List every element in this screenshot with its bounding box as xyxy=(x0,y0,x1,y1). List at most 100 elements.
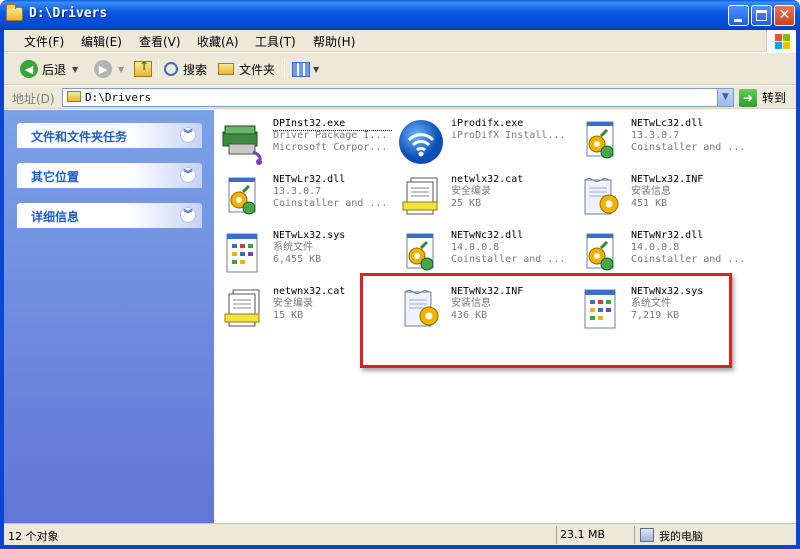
menu-favorites[interactable]: 收藏(A) xyxy=(197,33,239,50)
file-detail: 14.0.0.8 xyxy=(451,242,500,253)
security-catalog-icon xyxy=(402,177,438,215)
file-detail: Coinstaller and ... xyxy=(631,142,746,153)
folder-icon xyxy=(67,91,81,102)
status-bar: 12 个对象 23.1 MB 我的电脑 xyxy=(4,523,796,545)
file-item[interactable]: NETwLx32.INF 安装信息 451 KB xyxy=(577,174,747,226)
chevron-down-icon: ▼ xyxy=(118,64,125,74)
file-item[interactable]: netwlx32.cat 安全编录 25 KB xyxy=(397,174,567,226)
go-label: 转到 xyxy=(762,91,787,105)
file-name: NETwLc32.dll xyxy=(631,118,704,129)
maximize-icon xyxy=(756,10,767,21)
file-detail: 安装信息 xyxy=(631,186,671,197)
toolbar-separator xyxy=(284,59,285,79)
file-detail: Coinstaller and ... xyxy=(451,254,566,265)
file-detail: iProDifX Install... xyxy=(451,130,566,141)
file-detail: Microsoft Corpor... xyxy=(273,142,388,153)
chevron-down-icon: ▼ xyxy=(313,64,320,74)
panel-other-places[interactable]: 其它位置 ︾ xyxy=(17,163,202,188)
file-name: DPInst32.exe xyxy=(273,118,393,131)
security-catalog-icon xyxy=(224,289,260,327)
file-name: iProdifx.exe xyxy=(451,118,524,129)
file-detail: 6,455 KB xyxy=(273,254,322,265)
status-divider xyxy=(634,526,635,544)
file-item[interactable]: NETwLc32.dll 13.3.0.7 Coinstaller and ..… xyxy=(577,118,747,170)
go-button[interactable]: ➜ 转到 xyxy=(739,88,794,107)
address-path: D:\Drivers xyxy=(85,91,152,104)
views-button[interactable]: ▼ xyxy=(292,58,319,80)
address-label: 地址(D) xyxy=(12,92,55,106)
chevron-down-icon: ▼ xyxy=(722,92,729,102)
file-detail: Coinstaller and ... xyxy=(631,254,746,265)
file-detail: Driver Package I... xyxy=(273,130,388,141)
views-icon xyxy=(292,61,310,77)
back-label: 后退 xyxy=(42,62,67,77)
file-detail: 25 KB xyxy=(451,198,482,209)
panel-details[interactable]: 详细信息 ︾ xyxy=(17,203,202,228)
object-count: 12 个对象 xyxy=(8,530,59,543)
menu-bar: 文件(F) 编辑(E) 查看(V) 收藏(A) 工具(T) 帮助(H) xyxy=(4,30,796,52)
computer-icon xyxy=(640,528,654,542)
search-label: 搜索 xyxy=(183,62,208,77)
maximize-button[interactable] xyxy=(751,5,772,26)
file-detail: 13.3.0.7 xyxy=(631,130,680,141)
panel-file-folder-tasks[interactable]: 文件和文件夹任务 ︾ xyxy=(17,123,202,148)
windows-logo-icon xyxy=(766,30,796,52)
installer-package-icon xyxy=(222,125,262,165)
highlight-box xyxy=(360,273,732,368)
back-button[interactable]: ◀ 后退 ▼ xyxy=(20,58,78,80)
up-folder-icon: ↑ xyxy=(134,59,152,77)
file-name: netwlx32.cat xyxy=(451,174,524,185)
dll-gear-icon xyxy=(586,233,614,271)
chevron-down-icon[interactable]: ︾ xyxy=(180,207,196,223)
menu-view[interactable]: 查看(V) xyxy=(139,33,181,50)
panel-title: 其它位置 xyxy=(31,170,80,184)
chevron-down-icon[interactable]: ︾ xyxy=(180,127,196,143)
toolbar: ◀ 后退 ▼ ▶ ▼ ↑ 搜索 文件夹 ▼ xyxy=(4,53,796,85)
file-name: NETwNc32.dll xyxy=(451,230,524,241)
minimize-icon xyxy=(734,19,742,22)
folder-icon xyxy=(218,63,234,75)
wifi-globe-icon xyxy=(399,120,443,164)
file-detail: Coinstaller and ... xyxy=(273,198,388,209)
file-item[interactable]: NETwLr32.dll 13.3.0.7 Coinstaller and ..… xyxy=(219,174,389,226)
file-detail: 451 KB xyxy=(631,198,668,209)
window-frame-bottom xyxy=(0,545,800,549)
total-size: 23.1 MB xyxy=(560,528,606,541)
minimize-button[interactable] xyxy=(728,5,749,26)
chevron-down-icon[interactable]: ︾ xyxy=(180,167,196,183)
file-detail: 14.0.0.8 xyxy=(631,242,680,253)
close-button[interactable]: ✕ xyxy=(774,5,795,26)
panel-title: 详细信息 xyxy=(31,210,80,224)
menu-edit[interactable]: 编辑(E) xyxy=(81,33,122,50)
menu-help[interactable]: 帮助(H) xyxy=(313,33,355,50)
inf-setup-icon xyxy=(584,178,619,215)
file-item[interactable]: iProdifx.exe iProDifX Install... xyxy=(397,118,567,170)
task-pane: 文件和文件夹任务 ︾ 其它位置 ︾ 详细信息 ︾ xyxy=(4,110,214,523)
up-folder-button[interactable]: ↑ xyxy=(134,58,152,80)
panel-title: 文件和文件夹任务 xyxy=(31,130,128,144)
file-name: NETwLx32.sys xyxy=(273,230,346,241)
search-button[interactable]: 搜索 xyxy=(164,58,207,80)
title-bar: D:\Drivers ✕ xyxy=(0,0,800,30)
folders-label: 文件夹 xyxy=(239,62,276,77)
folder-icon xyxy=(6,4,23,21)
file-item[interactable]: DPInst32.exe Driver Package I... Microso… xyxy=(219,118,393,170)
dll-gear-icon xyxy=(586,121,614,159)
location-label: 我的电脑 xyxy=(659,530,703,543)
menu-tools[interactable]: 工具(T) xyxy=(255,33,296,50)
dll-gear-icon xyxy=(228,177,256,215)
folders-button[interactable]: 文件夹 xyxy=(218,58,275,80)
system-file-icon xyxy=(226,233,258,273)
address-input[interactable]: D:\Drivers ▼ xyxy=(62,88,734,107)
dll-gear-icon xyxy=(406,233,434,271)
forward-button[interactable]: ▶ ▼ xyxy=(94,58,124,80)
close-icon: ✕ xyxy=(778,7,791,23)
file-detail: 13.3.0.7 xyxy=(273,186,322,197)
file-detail: 安全编录 xyxy=(451,186,491,197)
address-dropdown-button[interactable]: ▼ xyxy=(717,89,733,106)
file-name: NETwLx32.INF xyxy=(631,174,704,185)
toolbar-separator xyxy=(158,59,159,79)
go-arrow-icon: ➜ xyxy=(739,88,757,107)
file-name: NETwNr32.dll xyxy=(631,230,704,241)
menu-file[interactable]: 文件(F) xyxy=(24,33,64,50)
